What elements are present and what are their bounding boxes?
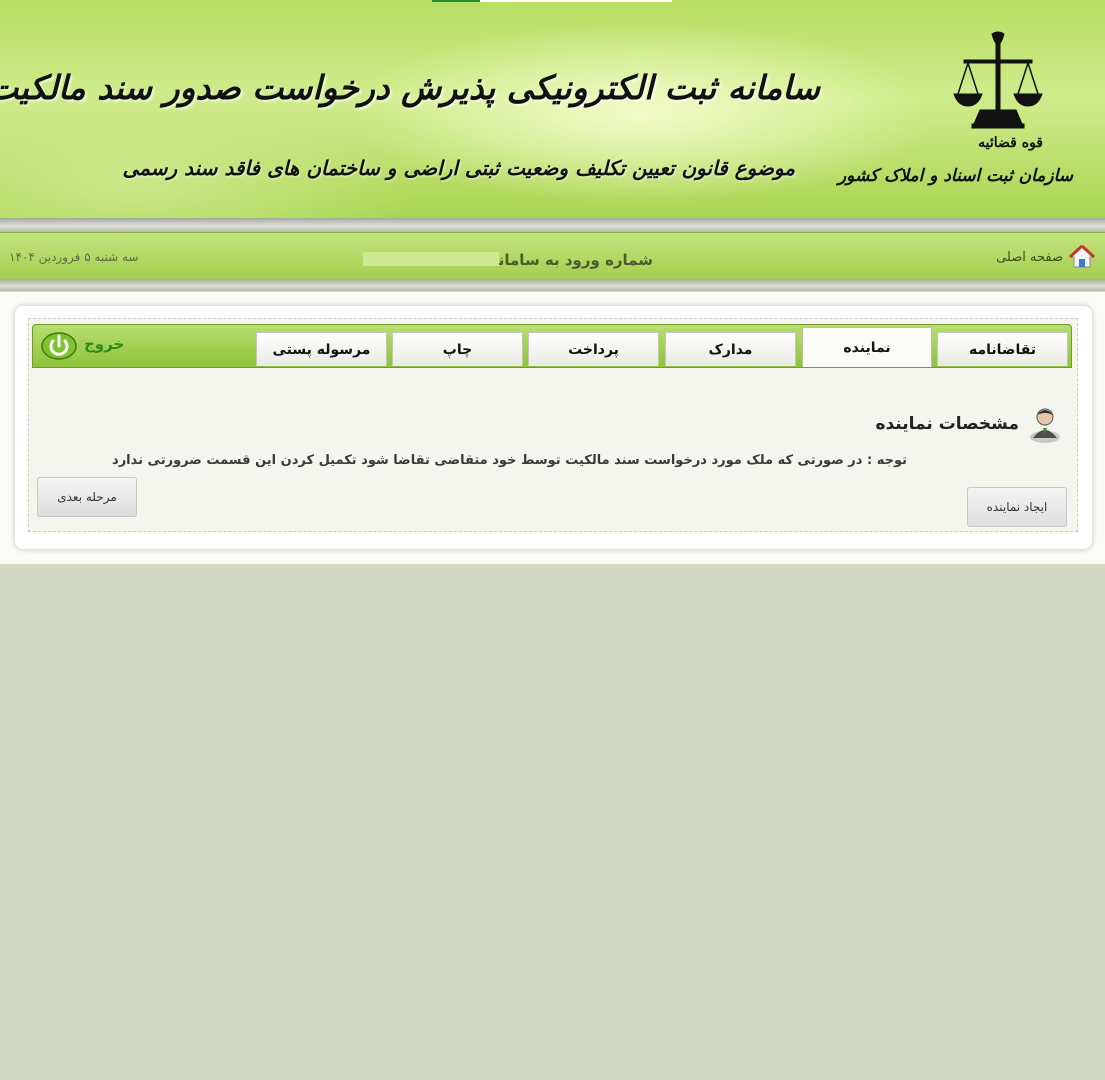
tab-application[interactable]: تقاضانامه <box>937 332 1068 366</box>
logout-label: خروج <box>84 335 125 353</box>
tab-payment[interactable]: پرداخت <box>528 332 659 366</box>
current-date: سه شنبه ۵ فروردین ۱۴۰۴ <box>9 250 139 264</box>
logout-button[interactable]: خروج <box>40 328 124 360</box>
tab-print[interactable]: چاپ <box>392 332 523 366</box>
top-strip <box>432 0 672 2</box>
header-separator <box>0 218 1105 232</box>
home-label: صفحه اصلی <box>996 249 1063 265</box>
page-title: سامانه ثبت الکترونیکی پذیرش درخواست صدور… <box>0 68 820 107</box>
scales-emblem-icon <box>953 31 1043 129</box>
navbar-separator <box>0 279 1105 291</box>
next-step-button[interactable]: مرحله بعدی <box>37 477 137 517</box>
login-number-label: شماره ورود به سامانه : <box>478 251 653 269</box>
power-icon <box>41 332 77 360</box>
home-icon <box>1069 244 1095 268</box>
section-header: مشخصات نماینده <box>875 404 1063 444</box>
notice-text: توجه : در صورتی که ملک مورد درخواست سند … <box>112 453 907 468</box>
top-navbar: صفحه اصلی شماره ورود به سامانه : سه شنبه… <box>0 232 1105 280</box>
tab-representative[interactable]: نماینده <box>802 327 932 367</box>
tab-documents[interactable]: مدارک <box>665 332 796 366</box>
user-icon <box>1030 408 1060 443</box>
login-number-value <box>363 252 499 266</box>
site-header: قوه قضائیه سازمان ثبت اسناد و املاک کشور… <box>0 0 1105 218</box>
home-link[interactable]: صفحه اصلی <box>996 244 1095 270</box>
tab-postal[interactable]: مرسوله پستی <box>256 332 387 366</box>
org-sub-label: قوه قضائیه <box>978 135 1043 151</box>
org-main-label: سازمان ثبت اسناد و املاک کشور <box>837 166 1073 186</box>
section-title: مشخصات نماینده <box>875 414 1019 434</box>
create-representative-button[interactable]: ایجاد نماینده <box>967 487 1067 527</box>
page-subtitle: موضوع قانون تعیین تکلیف وضعیت ثبتی اراضی… <box>122 156 795 180</box>
